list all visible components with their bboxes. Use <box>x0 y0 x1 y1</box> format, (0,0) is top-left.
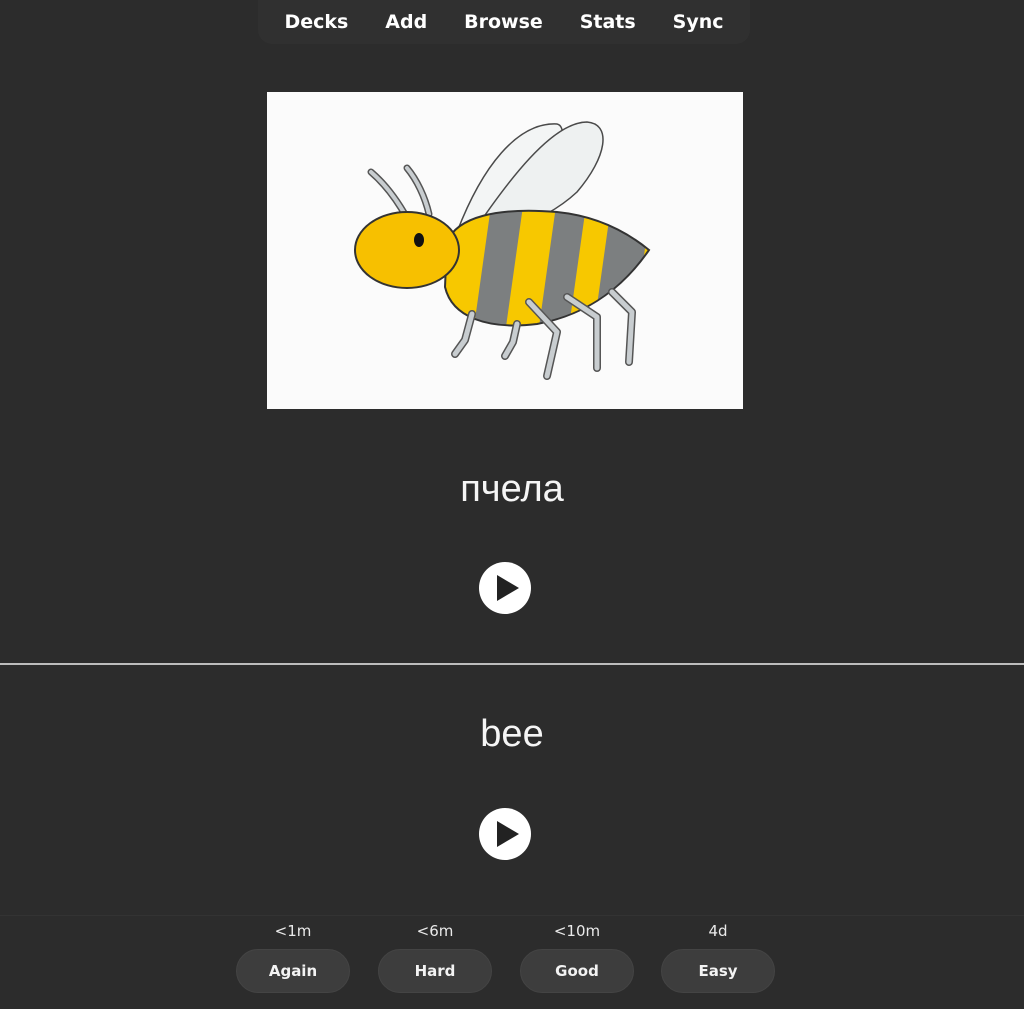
answer-divider <box>0 663 1024 665</box>
good-button[interactable]: Good <box>520 949 634 993</box>
nav-add[interactable]: Add <box>379 7 433 37</box>
front-audio-button[interactable] <box>479 562 531 614</box>
hard-interval: <6m <box>416 922 454 940</box>
easy-interval: 4d <box>708 922 728 940</box>
nav-stats[interactable]: Stats <box>574 7 642 37</box>
nav-browse[interactable]: Browse <box>458 7 549 37</box>
card-image <box>267 92 743 409</box>
good-interval: <10m <box>553 922 601 940</box>
ease-easy-group: 4d Easy <box>661 916 775 993</box>
again-interval: <1m <box>274 922 312 940</box>
play-icon <box>497 821 519 847</box>
answer-bar: <1m Again <6m Hard <10m Good 4d Easy <box>0 915 1024 1009</box>
easy-button[interactable]: Easy <box>661 949 775 993</box>
review-screen: Decks Add Browse Stats Sync пчела bee <1… <box>0 0 1024 1009</box>
back-word: bee <box>480 713 544 755</box>
ease-hard-group: <6m Hard <box>378 916 492 993</box>
front-word: пчела <box>460 468 564 510</box>
top-nav-bar: Decks Add Browse Stats Sync <box>258 0 750 44</box>
hard-button[interactable]: Hard <box>378 949 492 993</box>
nav-decks[interactable]: Decks <box>278 7 354 37</box>
bee-illustration <box>354 121 651 380</box>
play-icon <box>497 575 519 601</box>
back-audio-button[interactable] <box>479 808 531 860</box>
ease-good-group: <10m Good <box>520 916 634 993</box>
nav-sync[interactable]: Sync <box>667 7 730 37</box>
again-button[interactable]: Again <box>236 949 350 993</box>
ease-again-group: <1m Again <box>236 916 350 993</box>
